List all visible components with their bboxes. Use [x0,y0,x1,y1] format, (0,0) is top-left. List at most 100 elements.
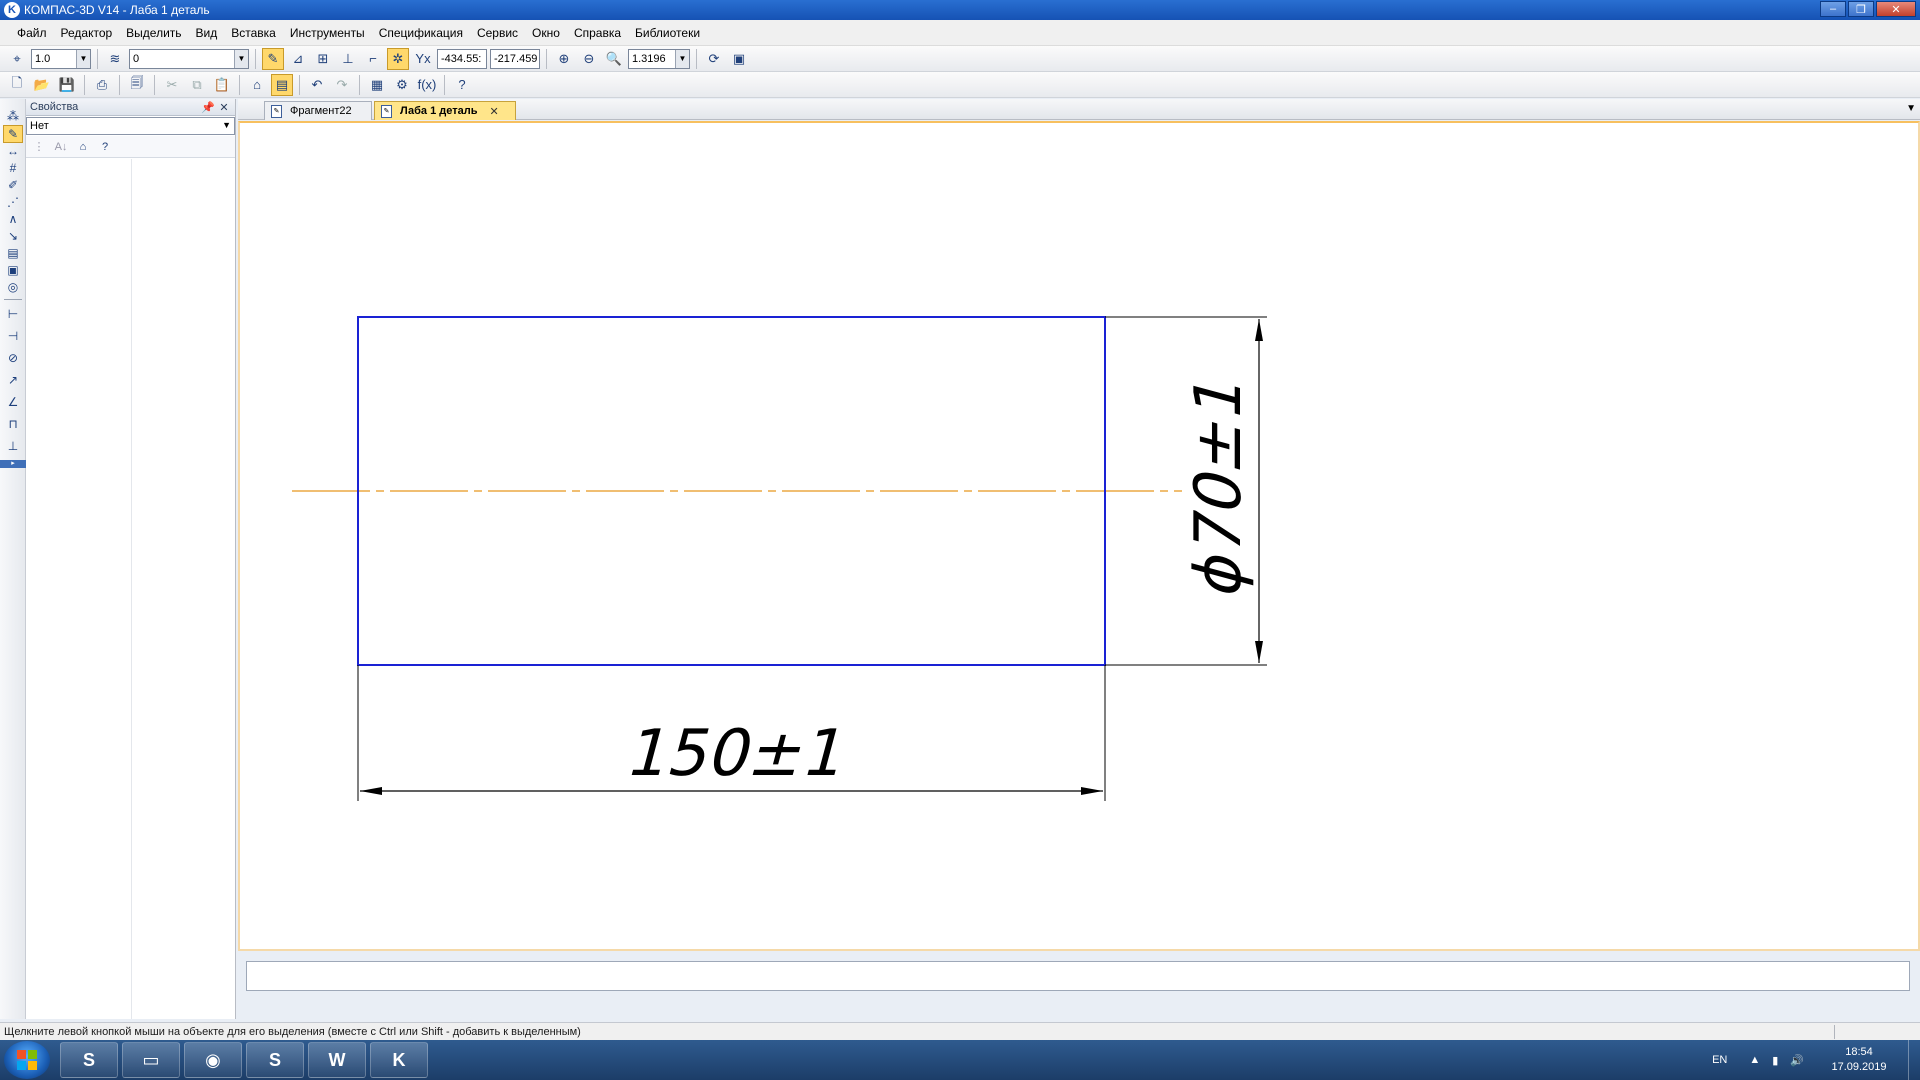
layer-combo[interactable]: 0 ▼ [129,48,249,69]
horizontal-dim-icon[interactable]: ⊣ [3,327,23,345]
parametrization-icon[interactable]: ⋰ [3,193,23,211]
chevron-down-icon[interactable]: ▼ [1906,103,1916,114]
paste-icon[interactable]: 📋 [211,74,233,96]
snap-icon[interactable]: ✲ [387,47,409,70]
zoom-out-icon[interactable]: ⊖ [578,48,600,70]
new-document-icon[interactable]: 🗋 [6,74,28,96]
chevron-down-icon[interactable]: ▼ [675,49,689,68]
zoom-combo[interactable]: 1.3196 ▼ [628,48,690,69]
network-icon[interactable]: ▮ [1772,1054,1778,1067]
minimize-button[interactable]: – [1820,1,1846,17]
cut-icon[interactable]: ✂ [161,74,183,96]
local-cs-icon[interactable]: ⊥ [337,48,359,70]
language-indicator[interactable]: EN [1712,1054,1727,1066]
reports-icon[interactable]: ▣ [3,261,23,279]
coord-y-field[interactable]: -217.459 [490,48,540,69]
insert-icon[interactable]: ◎ [3,278,23,296]
diameter-dimension-text[interactable]: ϕ70±1 [1182,366,1256,604]
refresh-icon[interactable]: ⟳ [703,48,725,70]
zoom-window-icon[interactable]: ⊕ [553,48,575,70]
print-icon[interactable]: ⎙ [91,74,113,96]
variables-icon[interactable]: f(x) [416,74,438,96]
menu-tools[interactable]: Инструменты [283,26,372,40]
kompas-icon[interactable]: K [370,1042,428,1078]
command-line[interactable] [246,961,1910,991]
notation-icon[interactable]: # [3,159,23,177]
menu-insert[interactable]: Вставка [224,26,283,40]
tab-laba-detail[interactable]: ✎ Лаба 1 деталь ✕ [374,101,516,120]
menu-service[interactable]: Сервис [470,26,525,40]
ortho-icon[interactable]: ⊿ [287,48,309,70]
sort-alpha-icon[interactable]: A↓ [52,138,70,156]
menu-view[interactable]: Вид [189,26,225,40]
chevron-down-icon[interactable]: ▼ [222,120,231,130]
menu-file[interactable]: Файл [10,26,54,40]
open-icon[interactable]: 📂 [31,74,53,96]
view-manager-icon[interactable]: ▣ [728,48,750,70]
arc-dim-icon[interactable]: ⊓ [3,415,23,433]
close-icon[interactable]: ✕ [489,105,498,118]
tray-expand-icon[interactable]: ▲ [1749,1054,1760,1066]
geometry-icon[interactable]: ⁂ [3,107,23,125]
expand-icon[interactable]: ▸ [0,460,26,468]
clock[interactable]: 18:54 17.09.2019 [1816,1045,1902,1075]
angle-dim-icon[interactable]: ∠ [3,393,23,411]
show-desktop-button[interactable] [1908,1040,1920,1080]
menu-editor[interactable]: Редактор [54,26,120,40]
measure-icon[interactable]: ∧ [3,210,23,228]
object-select[interactable]: Нет ▼ [26,117,235,135]
zoom-in-icon[interactable]: 🔍 [603,48,625,70]
menu-libraries[interactable]: Библиотеки [628,26,707,40]
settings-icon[interactable]: ⌂ [74,138,92,156]
maximize-button[interactable]: ❐ [1848,1,1874,17]
copy-icon[interactable]: ⧉ [186,74,208,96]
layers-icon[interactable]: ≋ [104,48,126,70]
tab-fragment22[interactable]: ✎ Фрагмент22 [264,101,372,120]
sublime-icon[interactable]: S [60,1042,118,1078]
menu-specification[interactable]: Спецификация [372,26,470,40]
undo-icon[interactable]: ↶ [306,74,328,96]
redo-icon[interactable]: ↷ [331,74,353,96]
menu-window[interactable]: Окно [525,26,567,40]
length-dimension-text[interactable]: 150±1 [620,717,856,791]
help-icon[interactable]: ? [96,138,114,156]
step-combo[interactable]: 1.0 ▼ [31,48,91,69]
explorer-icon[interactable]: ▭ [122,1042,180,1078]
sort-category-icon[interactable]: ⋮ [30,138,48,156]
drawing-svg[interactable]: ϕ70±1 150±1 [240,123,1918,949]
coord-x-field[interactable]: -434.55: [437,48,487,69]
linear-dim-icon[interactable]: ⊢ [3,305,23,323]
drawing-canvas[interactable]: ϕ70±1 150±1 [238,121,1920,951]
library-icon[interactable]: ⚙ [391,74,413,96]
chevron-down-icon[interactable]: ▼ [234,49,248,68]
cursor-step-icon[interactable]: ⌖ [6,48,28,70]
chrome-icon[interactable]: ◉ [184,1042,242,1078]
save-icon[interactable]: 💾 [56,74,78,96]
editing-icon[interactable]: ✐ [3,176,23,194]
radius-dim-icon[interactable]: ↗ [3,371,23,389]
word-icon[interactable]: W [308,1042,366,1078]
kompas-icon[interactable]: K [4,2,20,18]
leader-icon[interactable]: ⊥ [3,437,23,455]
volume-icon[interactable]: 🔊 [1790,1054,1804,1067]
diameter-dim-icon[interactable]: ⊘ [3,349,23,367]
chevron-down-icon[interactable]: ▼ [76,49,90,68]
dimensions-icon[interactable]: ↔ [3,142,23,160]
copy-properties-icon[interactable]: ⌂ [246,74,268,96]
pin-icon[interactable]: 📌 [201,100,215,114]
manager-icon[interactable]: ▦ [366,74,388,96]
ortho-mode-icon[interactable]: ⌐ [362,48,384,70]
properties-panel-icon[interactable]: ▤ [271,73,293,96]
menu-help[interactable]: Справка [567,26,628,40]
start-button[interactable] [4,1041,50,1079]
skype-icon[interactable]: S [246,1042,304,1078]
preview-icon[interactable]: 🗐 [126,74,148,96]
select-icon[interactable]: ↘ [3,227,23,245]
menu-select[interactable]: Выделить [119,26,188,40]
spec-icon[interactable]: ▤ [3,244,23,262]
pencil-icon[interactable]: ✎ [3,125,23,143]
close-button[interactable]: ✕ [1876,1,1916,17]
style-icon[interactable]: ✎ [262,47,284,70]
close-icon[interactable]: ✕ [217,100,231,114]
grid-icon[interactable]: ⊞ [312,48,334,70]
